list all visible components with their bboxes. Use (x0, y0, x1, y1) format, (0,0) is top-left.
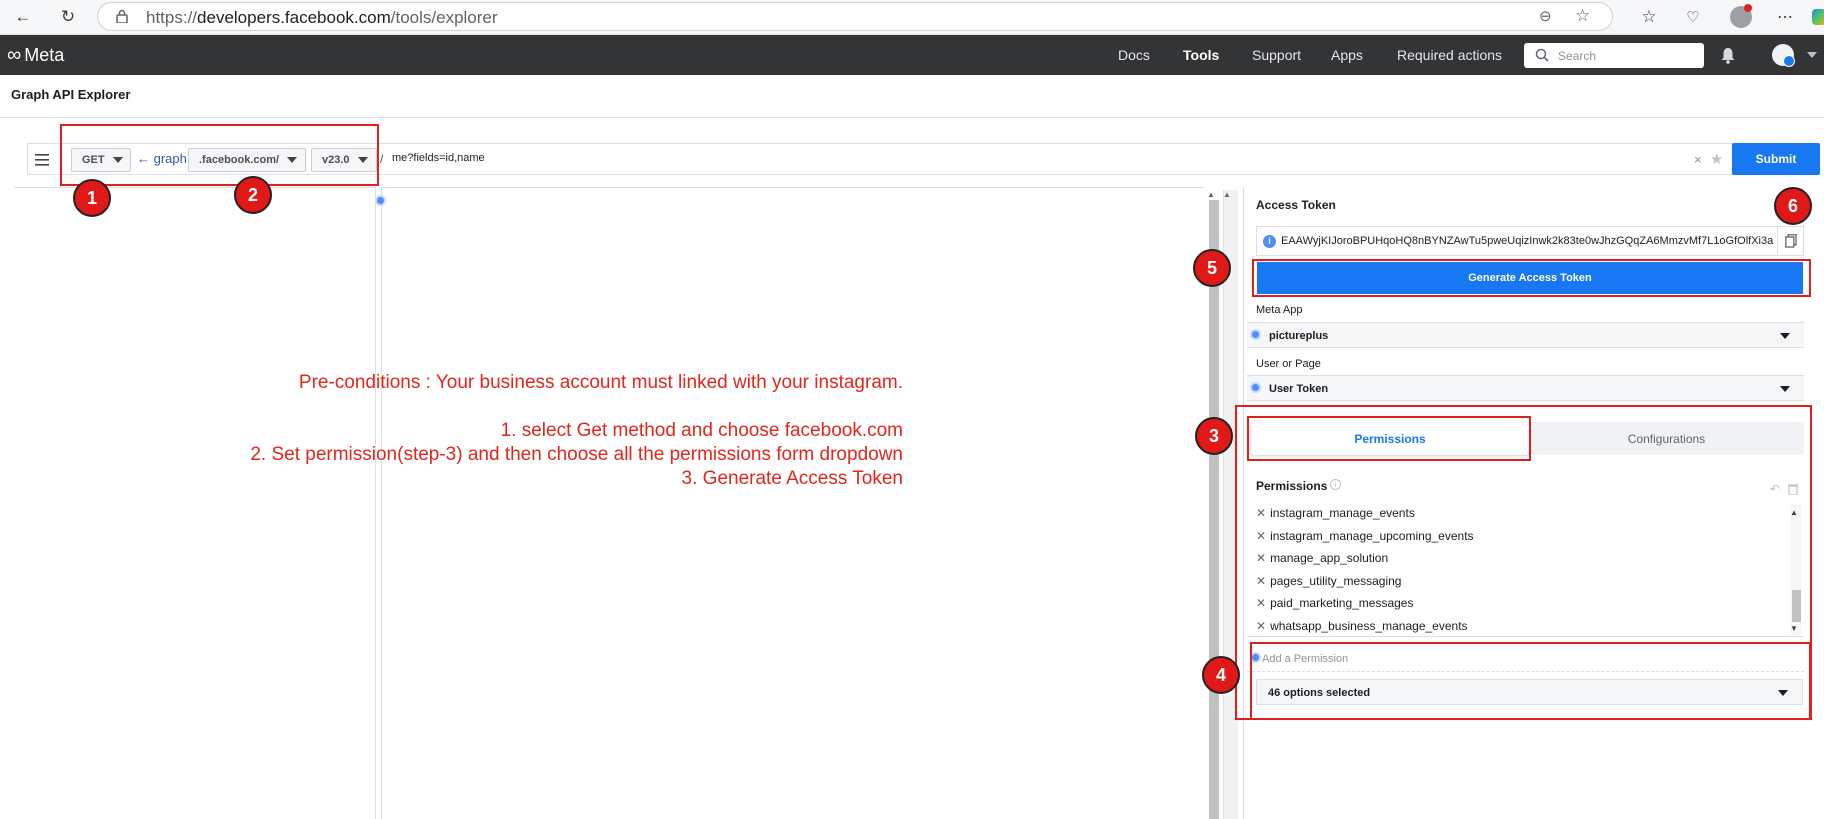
step-badge: 3 (1195, 417, 1233, 455)
back-icon[interactable]: ← (10, 4, 36, 30)
address-bar[interactable]: https://developers.facebook.com/tools/ex… (97, 2, 1613, 31)
query-path-input[interactable]: me?fields=id,name (392, 147, 1702, 171)
nav-apps[interactable]: Apps (1331, 47, 1363, 63)
reload-icon[interactable]: ↻ (55, 4, 81, 30)
clear-icon[interactable]: × (1694, 152, 1702, 167)
meta-app-chevron-down-icon (1780, 333, 1790, 339)
user-page-indicator (1250, 382, 1261, 393)
profile-avatar[interactable] (1730, 4, 1752, 28)
response-panel-top (382, 187, 1204, 188)
facebook-badge-icon (1783, 55, 1795, 67)
step-badge: 4 (1202, 656, 1240, 694)
search-icon (1535, 48, 1549, 67)
nav-required-actions[interactable]: Required actions (1397, 47, 1502, 63)
annotation-precondition: Pre-conditions : Your business account m… (298, 372, 903, 393)
browser-toolbar: ← ↻ https://developers.facebook.com/tool… (0, 0, 1824, 35)
meta-app-value: pictureplus (1269, 330, 1329, 342)
copy-icon[interactable] (1777, 227, 1804, 255)
browser-essentials-icon[interactable]: ♡ (1680, 4, 1706, 30)
nav-support[interactable]: Support (1252, 47, 1301, 63)
meta-app-select[interactable]: pictureplus (1247, 322, 1804, 348)
step-badge: 1 (73, 179, 111, 217)
annotation-step-2: 2. Set permission(step-3) and then choos… (250, 444, 903, 465)
response-scrollbar[interactable] (1209, 200, 1219, 819)
copilot-icon[interactable] (1812, 9, 1824, 25)
resize-handle[interactable] (375, 195, 386, 206)
menu-icon[interactable] (35, 153, 49, 171)
annotation-step-3: 3. Generate Access Token (681, 468, 903, 489)
scroll-up-icon[interactable]: ▲ (1207, 190, 1215, 199)
lock-icon[interactable] (116, 9, 128, 24)
nav-tools[interactable]: Tools (1183, 47, 1219, 63)
highlight-permissions-tab (1247, 416, 1531, 461)
scroll-up-icon-2[interactable]: ▲ (1223, 190, 1231, 199)
step-badge: 2 (234, 176, 272, 214)
access-token-label: Access Token (1256, 198, 1336, 212)
highlight-query-selectors (60, 124, 379, 186)
user-page-chevron-down-icon (1780, 386, 1790, 392)
step-badge: 6 (1774, 187, 1812, 225)
path-separator: / (380, 152, 384, 166)
search-placeholder: Search (1558, 49, 1597, 63)
user-avatar[interactable] (1772, 44, 1795, 67)
access-token-field[interactable]: i EAAWyjKIJoroBPUHqoHQ8nBYNZAwTu5pweUqiz… (1256, 226, 1804, 256)
bookmark-star-icon[interactable]: ☆ (1575, 6, 1595, 26)
annotation-step-1: 1. select Get method and choose facebook… (500, 420, 903, 441)
favorite-star-icon[interactable]: ★ (1710, 150, 1723, 168)
notification-dot (1744, 4, 1752, 12)
nav-search-input[interactable]: Search (1524, 43, 1704, 68)
meta-app-label: Meta App (1256, 304, 1303, 316)
more-icon[interactable]: ⋯ (1772, 4, 1798, 30)
highlight-generate-token (1252, 259, 1811, 297)
highlight-add-permission (1250, 642, 1811, 720)
url-text[interactable]: https://developers.facebook.com/tools/ex… (146, 8, 498, 28)
header-divider (0, 117, 1824, 118)
meta-logo[interactable]: ∞ Meta (7, 44, 64, 67)
account-chevron-down-icon[interactable] (1807, 52, 1817, 58)
user-page-select[interactable]: User Token (1247, 375, 1804, 401)
infinity-icon: ∞ (7, 44, 22, 66)
info-icon[interactable]: i (1263, 235, 1276, 248)
panel-divider[interactable] (381, 187, 382, 819)
meta-logo-text: Meta (24, 45, 65, 65)
query-path-text: me?fields=id,name (392, 152, 485, 164)
user-page-label: User or Page (1256, 358, 1321, 370)
submit-button[interactable]: Submit (1732, 143, 1820, 175)
zoom-out-icon[interactable]: ⊖ (1539, 7, 1559, 27)
step-badge: 5 (1193, 249, 1231, 287)
favorites-icon[interactable]: ☆ (1636, 4, 1662, 30)
page-title: Graph API Explorer (11, 87, 131, 102)
meta-app-indicator (1250, 329, 1261, 340)
left-field-panel (14, 187, 376, 819)
user-page-value: User Token (1269, 383, 1329, 395)
access-token-value: EAAWyjKIJoroBPUHqoHQ8nBYNZAwTu5pweUqizIn… (1281, 235, 1774, 247)
nav-docs[interactable]: Docs (1118, 47, 1150, 63)
bell-icon[interactable] (1720, 47, 1736, 69)
top-navigation: ∞ Meta Docs Tools Support Apps Required … (0, 35, 1824, 75)
